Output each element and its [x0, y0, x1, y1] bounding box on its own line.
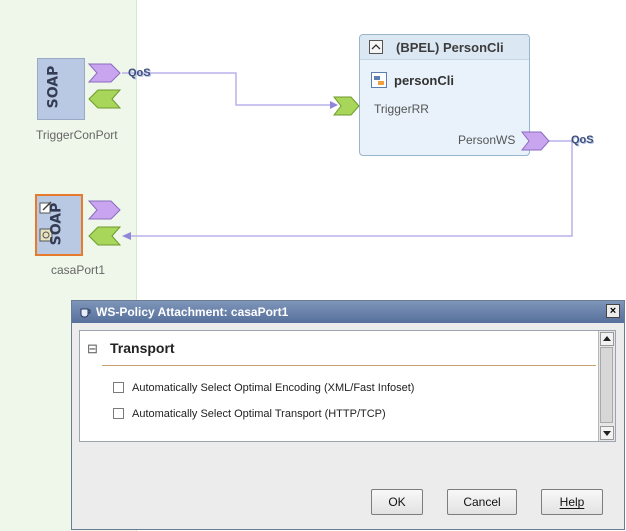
process-icon: [371, 72, 387, 88]
partner-link-in-label: TriggerRR: [374, 102, 429, 116]
port-name-casa: casaPort1: [51, 263, 106, 277]
consume-endpoint-icon[interactable]: [88, 226, 122, 246]
optimal-transport-label: Automatically Select Optimal Transport (…: [132, 408, 386, 420]
help-button[interactable]: Help: [541, 489, 603, 515]
collapse-icon[interactable]: [369, 40, 383, 54]
optimal-transport-checkbox[interactable]: [113, 408, 124, 419]
qos-badge[interactable]: QoS: [128, 67, 151, 79]
casa-endpoints: [87, 200, 122, 246]
section-title-transport: Transport: [110, 340, 175, 356]
trigger-endpoints: [87, 63, 122, 109]
person-ws-provide-icon[interactable]: [521, 131, 551, 151]
partner-link-out-label: PersonWS: [458, 133, 516, 147]
ws-policy-dialog: WS-Policy Attachment: casaPort1 × ⊟ Tran…: [71, 300, 625, 530]
collapse-section-icon[interactable]: ⊟: [87, 341, 98, 357]
connection-arrowhead: [122, 232, 131, 240]
option-optimal-transport[interactable]: Automatically Select Optimal Transport (…: [113, 408, 386, 420]
soap-binding-label: SOAP: [48, 202, 65, 246]
soap-port-trigger[interactable]: SOAP: [37, 58, 85, 120]
option-optimal-encoding[interactable]: Automatically Select Optimal Encoding (X…: [113, 382, 414, 394]
app-cup-icon: [80, 308, 91, 318]
bpel-module[interactable]: (BPEL) PersonCli personCli TriggerRR Per…: [359, 34, 530, 156]
ok-button[interactable]: OK: [371, 489, 423, 515]
optimal-encoding-checkbox[interactable]: [113, 382, 124, 393]
soap-binding-label: SOAP: [45, 65, 62, 109]
cancel-button[interactable]: Cancel: [447, 489, 517, 515]
port-name-trigger: TriggerConPort: [36, 128, 118, 142]
scroll-up-icon[interactable]: [600, 332, 614, 346]
provide-endpoint-icon[interactable]: [87, 200, 121, 220]
soap-port-casa[interactable]: SOAP: [35, 194, 83, 256]
provide-endpoint-icon[interactable]: [87, 63, 121, 83]
scroll-thumb[interactable]: [600, 347, 613, 423]
bpel-process-name[interactable]: personCli: [394, 73, 454, 88]
scroll-down-icon[interactable]: [600, 426, 614, 440]
dialog-title: WS-Policy Attachment: casaPort1: [96, 305, 289, 319]
consume-endpoint-icon[interactable]: [88, 89, 122, 109]
bpel-module-title: (BPEL) PersonCli: [396, 40, 504, 55]
policy-settings-panel: ⊟ Transport Automatically Select Optimal…: [79, 330, 616, 442]
optimal-encoding-label: Automatically Select Optimal Encoding (X…: [132, 382, 415, 394]
qos-badge[interactable]: QoS: [571, 134, 594, 146]
connection-trigger-to-bpel[interactable]: [122, 72, 336, 106]
section-divider: [102, 365, 596, 366]
vertical-scrollbar[interactable]: [598, 331, 615, 441]
bpel-module-header: (BPEL) PersonCli: [360, 35, 529, 60]
dialog-title-bar[interactable]: WS-Policy Attachment: casaPort1 ×: [72, 301, 624, 323]
close-icon[interactable]: ×: [606, 304, 620, 318]
trigger-rr-consume-icon[interactable]: [333, 96, 361, 116]
